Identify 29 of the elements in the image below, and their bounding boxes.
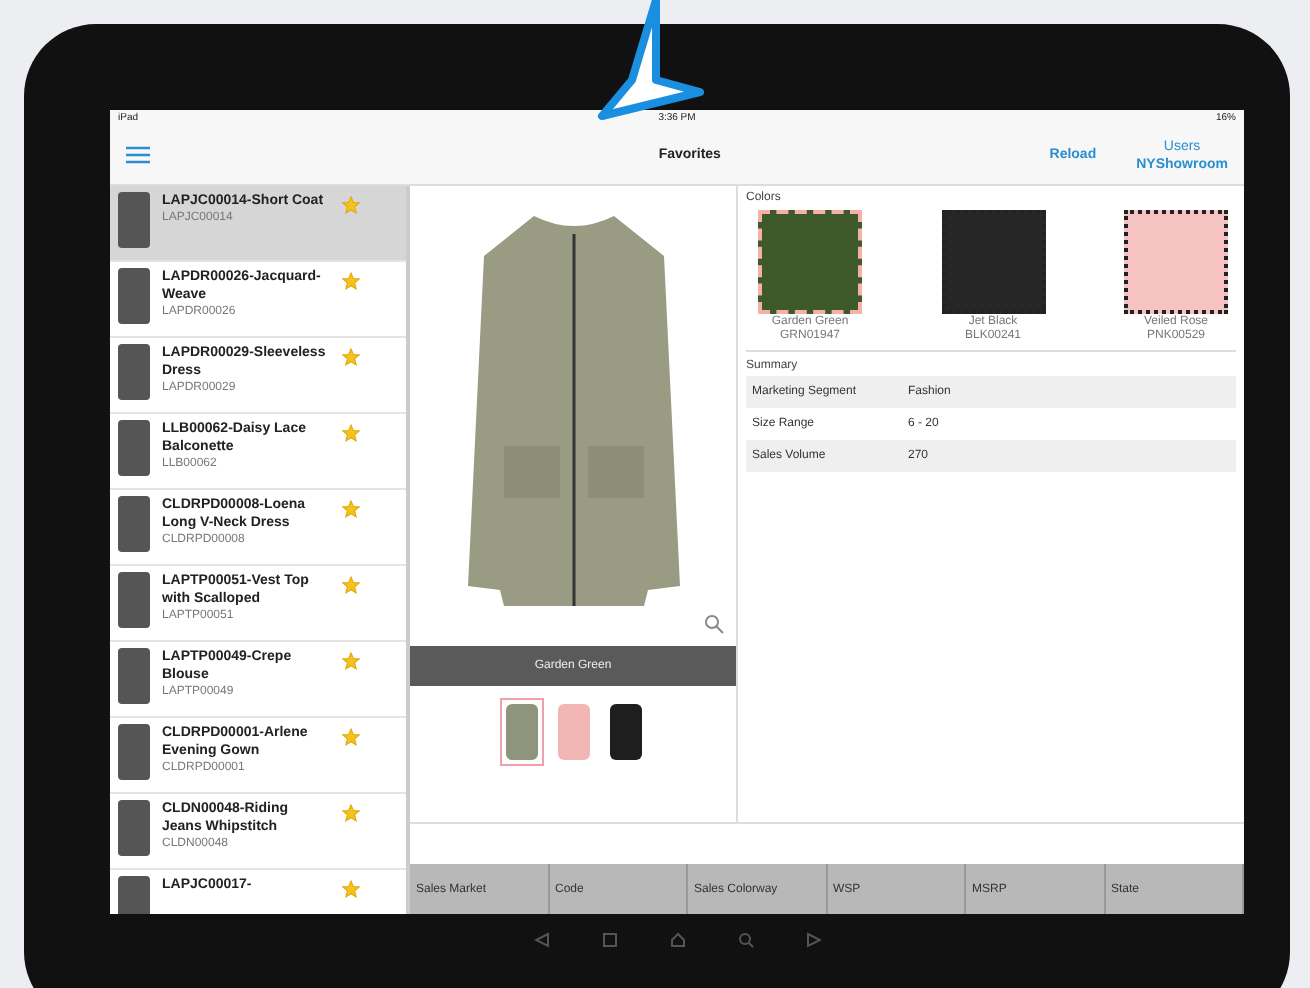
menu-icon[interactable] bbox=[126, 146, 150, 164]
back-icon[interactable] bbox=[533, 932, 549, 948]
star-icon[interactable] bbox=[342, 500, 360, 518]
star-icon[interactable] bbox=[342, 272, 360, 290]
photo-placeholder bbox=[118, 724, 150, 780]
star-icon[interactable] bbox=[342, 652, 360, 670]
photo-placeholder bbox=[118, 192, 150, 248]
star-icon[interactable] bbox=[342, 728, 360, 746]
home-icon[interactable] bbox=[669, 932, 685, 948]
star-icon[interactable] bbox=[342, 576, 360, 594]
star-icon[interactable] bbox=[342, 196, 360, 214]
windows-icon[interactable] bbox=[601, 932, 617, 948]
photo-placeholder bbox=[118, 420, 150, 476]
star-icon[interactable] bbox=[342, 348, 360, 366]
photo-placeholder bbox=[118, 496, 150, 552]
zoom-icon[interactable] bbox=[704, 614, 724, 634]
star-icon[interactable] bbox=[342, 424, 360, 442]
photo-placeholder bbox=[118, 800, 150, 856]
color-swatch[interactable] bbox=[1124, 210, 1228, 314]
photo-placeholder bbox=[118, 268, 150, 324]
photo-placeholder bbox=[118, 572, 150, 628]
photo-placeholder bbox=[118, 648, 150, 704]
color-swatch[interactable] bbox=[941, 210, 1045, 314]
photo-placeholder bbox=[118, 344, 150, 400]
image-thumbnail[interactable] bbox=[499, 698, 543, 766]
star-icon[interactable] bbox=[342, 804, 360, 822]
forward-icon[interactable] bbox=[805, 932, 821, 948]
star-icon[interactable] bbox=[342, 880, 360, 898]
search-icon[interactable] bbox=[737, 932, 753, 948]
